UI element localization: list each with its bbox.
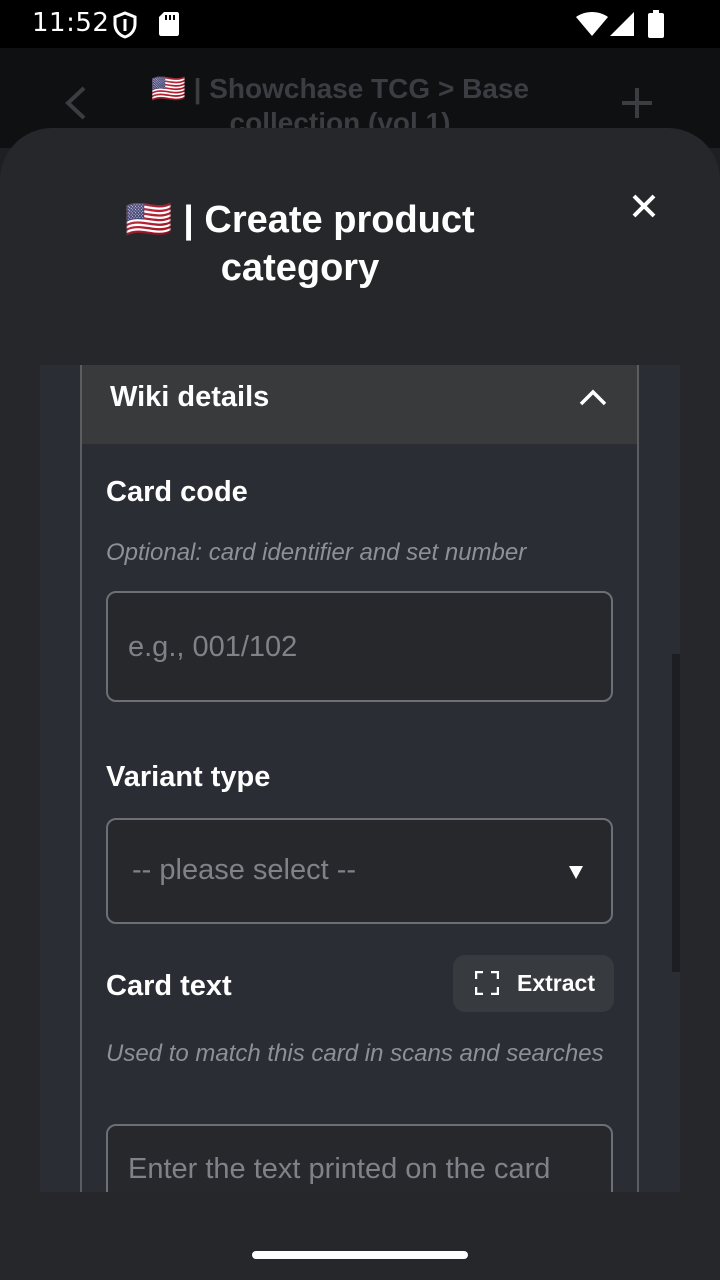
variant-type-value: -- please select -- xyxy=(132,854,357,886)
create-category-sheet: 🇺🇸 | Create product category Wiki detail… xyxy=(0,128,720,1280)
card-text-label: Card text xyxy=(106,970,232,1002)
sheet-title: 🇺🇸 | Create product category xyxy=(125,199,475,289)
extract-button[interactable]: Extract xyxy=(453,955,614,1012)
variant-type-label: Variant type xyxy=(106,761,271,793)
chevron-up-icon xyxy=(578,387,608,412)
status-bar: 11:52 xyxy=(0,0,720,48)
home-indicator[interactable] xyxy=(252,1251,468,1259)
status-time: 11:52 xyxy=(32,8,110,38)
card-code-input[interactable]: e.g., 001/102 xyxy=(106,591,613,702)
card-text-hint: Used to match this card in scans and sea… xyxy=(106,1040,604,1067)
card-code-hint: Optional: card identifier and set number xyxy=(106,539,527,566)
wiki-details-section: Wiki details Card code Optional: card id… xyxy=(80,365,639,1192)
extract-label: Extract xyxy=(517,970,595,996)
scrollbar[interactable] xyxy=(672,654,680,972)
scan-frame-icon xyxy=(474,970,500,1000)
card-code-label: Card code xyxy=(106,476,248,508)
close-icon[interactable] xyxy=(628,190,660,222)
section-title: Wiki details xyxy=(110,381,270,413)
dropdown-triangle-icon xyxy=(568,864,584,885)
card-code-placeholder: e.g., 001/102 xyxy=(128,631,298,663)
wiki-details-header[interactable]: Wiki details xyxy=(82,365,637,444)
back-arrow-icon xyxy=(62,86,92,125)
card-text-input[interactable]: Enter the text printed on the card xyxy=(106,1124,613,1192)
form-scroll-area[interactable]: Wiki details Card code Optional: card id… xyxy=(40,365,680,1192)
add-icon xyxy=(620,86,654,125)
signal-icon xyxy=(610,12,634,41)
shield-icon xyxy=(112,11,138,44)
sim-card-icon xyxy=(158,11,180,42)
card-text-placeholder: Enter the text printed on the card xyxy=(128,1153,551,1185)
wifi-icon xyxy=(576,12,608,41)
battery-icon xyxy=(648,10,664,43)
variant-type-select[interactable]: -- please select -- xyxy=(106,818,613,924)
